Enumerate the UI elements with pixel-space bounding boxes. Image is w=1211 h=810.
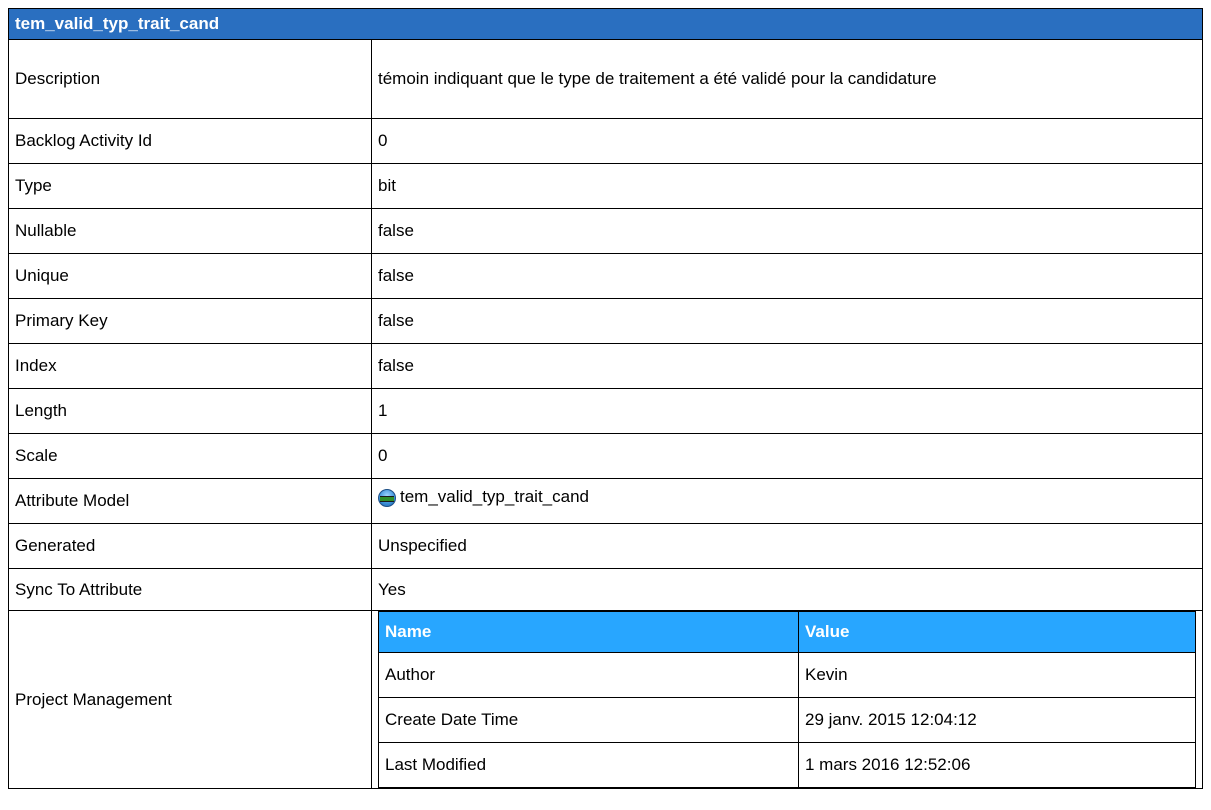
attribute-model-name[interactable]: tem_valid_typ_trait_cand (400, 487, 589, 506)
property-label: Index (8, 343, 372, 389)
property-label: Primary Key (8, 298, 372, 344)
property-value: Yes (371, 568, 1203, 611)
pm-header-row: Name Value (378, 611, 1196, 653)
property-label: Type (8, 163, 372, 209)
table-row: Nullable false (8, 208, 1203, 254)
property-value: false (371, 253, 1203, 299)
pm-name: Last Modified (378, 742, 799, 788)
table-row: Length 1 (8, 388, 1203, 434)
property-value: 0 (371, 118, 1203, 164)
property-label: Sync To Attribute (8, 568, 372, 611)
table-row: Backlog Activity Id 0 (8, 118, 1203, 164)
pm-value: Kevin (798, 652, 1196, 698)
property-value: false (371, 298, 1203, 344)
pm-value: 29 janv. 2015 12:04:12 (798, 697, 1196, 743)
property-label: Unique (8, 253, 372, 299)
property-label: Project Management (8, 610, 372, 789)
table-title: tem_valid_typ_trait_cand (8, 8, 1203, 40)
pm-column-header: Value (798, 611, 1196, 653)
property-value: false (371, 208, 1203, 254)
table-row: Type bit (8, 163, 1203, 209)
table-row: Project Management Name Value Author Kev… (8, 610, 1203, 789)
property-value: 0 (371, 433, 1203, 479)
property-label: Generated (8, 523, 372, 569)
pm-name: Create Date Time (378, 697, 799, 743)
property-value: bit (371, 163, 1203, 209)
property-value: Unspecified (371, 523, 1203, 569)
attribute-icon (378, 488, 396, 507)
table-row: Sync To Attribute Yes (8, 568, 1203, 611)
property-value: témoin indiquant que le type de traiteme… (371, 39, 1203, 119)
project-management-cell: Name Value Author Kevin Create Date Time… (371, 610, 1203, 789)
property-label: Backlog Activity Id (8, 118, 372, 164)
property-value: false (371, 343, 1203, 389)
pm-row: Create Date Time 29 janv. 2015 12:04:12 (378, 697, 1196, 743)
property-value: 1 (371, 388, 1203, 434)
pm-name: Author (378, 652, 799, 698)
pm-value: 1 mars 2016 12:52:06 (798, 742, 1196, 788)
property-label: Attribute Model (8, 478, 372, 524)
pm-row: Last Modified 1 mars 2016 12:52:06 (378, 742, 1196, 788)
table-row: Unique false (8, 253, 1203, 299)
table-row: Index false (8, 343, 1203, 389)
table-row: Attribute Model tem_valid_typ_trait_cand (8, 478, 1203, 524)
property-label: Length (8, 388, 372, 434)
property-label: Description (8, 39, 372, 119)
table-row: Scale 0 (8, 433, 1203, 479)
attribute-details: tem_valid_typ_trait_cand Description tém… (8, 8, 1211, 789)
property-label: Nullable (8, 208, 372, 254)
property-label: Scale (8, 433, 372, 479)
table-row: Generated Unspecified (8, 523, 1203, 569)
pm-column-header: Name (378, 611, 799, 653)
attribute-model-link[interactable]: tem_valid_typ_trait_cand (371, 478, 1203, 524)
properties-table: tem_valid_typ_trait_cand Description tém… (8, 8, 1203, 789)
table-row: Description témoin indiquant que le type… (8, 39, 1203, 119)
project-management-table: Name Value Author Kevin Create Date Time… (378, 611, 1196, 788)
pm-row: Author Kevin (378, 652, 1196, 698)
table-row: Primary Key false (8, 298, 1203, 344)
